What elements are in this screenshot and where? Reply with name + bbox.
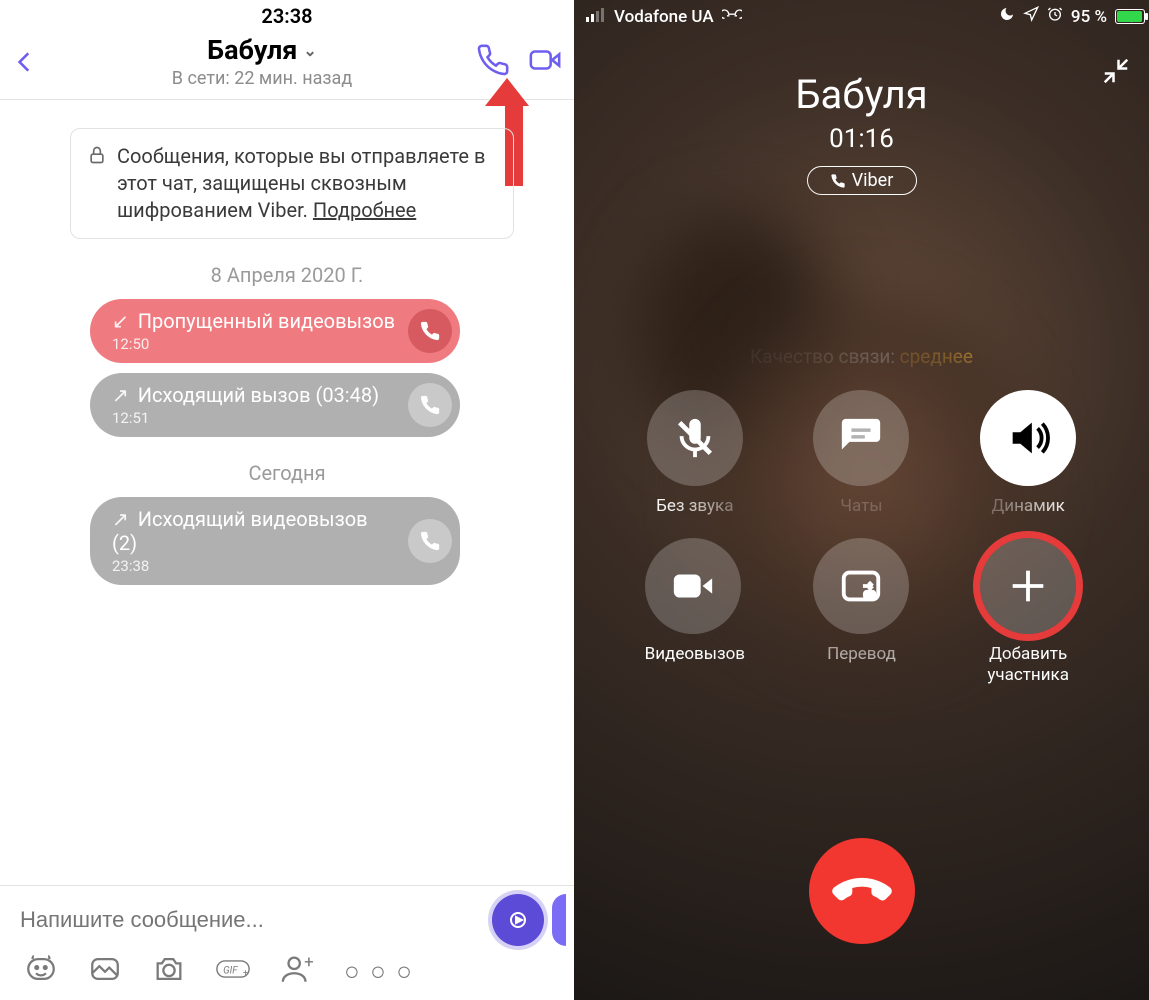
call-time: 12:50: [112, 335, 396, 353]
battery-percent: 95 %: [1071, 7, 1107, 27]
location-icon: [1023, 6, 1039, 27]
svg-text:+: +: [304, 953, 314, 973]
alarm-icon: [1047, 6, 1063, 27]
encryption-text: Сообщения, которые вы отправляете в этот…: [117, 144, 485, 222]
redial-button[interactable]: [408, 519, 452, 563]
redial-button[interactable]: [408, 383, 452, 427]
status-bar: Vodafone UA 95 %: [574, 0, 1149, 27]
encryption-more-link[interactable]: Подробнее: [313, 198, 416, 222]
svg-text:+: +: [243, 969, 248, 979]
call-log-outgoing-video[interactable]: ↗ Исходящий видеовызов (2) 23:38: [90, 497, 460, 585]
video-toggle-button[interactable]: Видеовызов: [645, 538, 745, 685]
transfer-button[interactable]: Перевод: [813, 538, 909, 685]
video-call-button[interactable]: [528, 43, 562, 81]
message-input[interactable]: [14, 897, 484, 943]
chat-header: Бабуля ⌄ В сети: 22 мин. назад: [0, 28, 574, 100]
contact-name-button[interactable]: Бабуля ⌄: [207, 34, 317, 66]
last-seen: В сети: 22 мин. назад: [48, 68, 476, 89]
chevron-down-icon: ⌄: [303, 41, 316, 60]
call-label: Исходящий вызов (03:48): [138, 383, 379, 407]
outgoing-arrow-icon: ↗: [112, 507, 129, 531]
call-time: 12:51: [112, 409, 396, 427]
incoming-arrow-icon: ↙: [112, 309, 129, 333]
call-log-outgoing[interactable]: ↗ Исходящий вызов (03:48) 12:51: [90, 373, 460, 437]
date-separator: Сегодня: [0, 461, 574, 485]
message-input-area: GIF + + ○ ○ ○: [0, 885, 574, 1000]
call-screen: Vodafone UA 95 % Бабуля 01:16: [574, 0, 1149, 1000]
signal-icon: [586, 7, 606, 27]
outgoing-arrow-icon: ↗: [112, 383, 129, 407]
voice-call-button[interactable]: [476, 43, 510, 81]
redial-button[interactable]: [408, 309, 452, 353]
moon-icon: [999, 6, 1015, 27]
gif-button[interactable]: GIF +: [216, 952, 250, 990]
scroll-to-bottom-button[interactable]: [552, 894, 566, 946]
control-label: Видеовызов: [645, 644, 745, 664]
call-label: Пропущенный видеовызов: [138, 309, 395, 333]
vpn-icon: [722, 7, 742, 27]
voice-message-button[interactable]: [492, 894, 544, 946]
sticker-button[interactable]: [24, 952, 58, 990]
encryption-notice[interactable]: Сообщения, которые вы отправляете в этот…: [70, 128, 514, 239]
carrier-name: Vodafone UA: [614, 7, 714, 27]
gallery-button[interactable]: [88, 952, 122, 990]
minimize-button[interactable]: [1101, 56, 1131, 90]
call-label: Исходящий видеовызов (2): [112, 507, 368, 555]
contact-name: Бабуля: [207, 34, 297, 66]
share-contact-button[interactable]: +: [280, 952, 314, 990]
lock-icon: [87, 145, 107, 172]
call-duration: 01:16: [574, 124, 1149, 154]
battery-icon: [1115, 9, 1137, 24]
more-button[interactable]: ○ ○ ○: [344, 956, 414, 987]
hangup-button[interactable]: [809, 838, 915, 944]
call-log-missed[interactable]: ↙ Пропущенный видеовызов 12:50: [90, 299, 460, 363]
camera-button[interactable]: [152, 952, 186, 990]
add-participant-button[interactable]: Добавить участника: [980, 538, 1076, 685]
status-time: 23:38: [0, 0, 574, 28]
call-contact-name: Бабуля: [574, 71, 1149, 118]
attachment-toolbar: GIF + + ○ ○ ○: [14, 946, 566, 990]
control-label: Добавить участника: [980, 644, 1076, 685]
back-button[interactable]: [12, 49, 48, 75]
svg-text:GIF: GIF: [223, 965, 238, 976]
call-time: 23:38: [112, 557, 396, 575]
chat-screen: 23:38 Бабуля ⌄ В сети: 22 мин. назад: [0, 0, 574, 1000]
viber-badge: Viber: [807, 166, 917, 195]
viber-badge-text: Viber: [852, 170, 894, 191]
date-separator: 8 Апреля 2020 Г.: [0, 263, 574, 287]
